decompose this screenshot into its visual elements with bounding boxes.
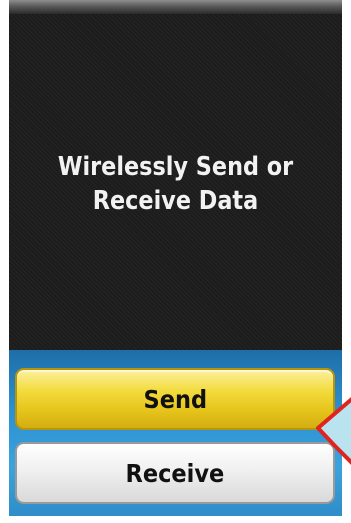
- receive-button[interactable]: Receive: [15, 442, 335, 504]
- device-screen: Wirelessly Send or Receive Data Send Rec…: [9, 0, 342, 516]
- message-line-2: Receive Data: [92, 186, 259, 216]
- message-line-1: Wirelessly Send or: [57, 152, 294, 182]
- screen-message: Wirelessly Send or Receive Data: [32, 150, 318, 218]
- button-panel: Send Receive: [9, 350, 342, 516]
- red-arrow-pointer-icon: [316, 397, 351, 465]
- message-area: Wirelessly Send or Receive Data: [9, 14, 342, 350]
- send-button-label: Send: [143, 384, 207, 414]
- send-button[interactable]: Send: [15, 368, 335, 430]
- status-strip: [9, 0, 342, 14]
- receive-button-label: Receive: [125, 458, 225, 488]
